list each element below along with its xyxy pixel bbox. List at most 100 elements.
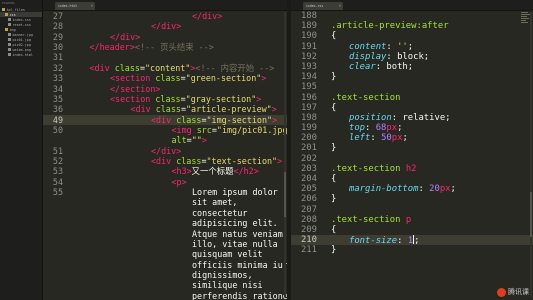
code-line[interactable]: sit amet, [43,197,287,207]
code-line[interactable]: 209 { [291,225,533,235]
scroll-thumb[interactable] [530,192,532,237]
line-number: 36 [52,104,63,115]
code-line[interactable]: dignissimos, [43,270,287,280]
code-line[interactable]: 188 [291,11,533,21]
code-line[interactable]: 189 .article-preview:after [291,21,533,31]
scrollbar-left[interactable] [284,12,286,297]
code-line[interactable]: similique nisi [43,280,287,290]
code-line[interactable]: 193 clear: both; [291,62,533,72]
code-line[interactable]: 191 content: ''; [291,42,533,52]
code-line[interactable]: 210 font-size: 1; [291,235,533,246]
code-text: clear: both; [349,61,414,72]
code-line[interactable]: 199 top: 68px; [291,123,533,133]
file-icon [8,38,11,41]
code-line[interactable]: 27 </div> [43,11,287,21]
code-line[interactable]: 31 [43,52,287,62]
code-line[interactable]: 49 <div class="img-section"> [43,114,287,125]
code-line[interactable]: 195 [291,82,533,92]
code-line[interactable]: 202 [291,154,533,164]
code-line[interactable]: 28 </div> [43,21,287,31]
code-line[interactable]: 206} [291,194,533,204]
code-text: dignissimos, [192,269,253,280]
tab-index-html[interactable]: index.html × [55,2,95,10]
sidebar-item[interactable]: index.html [0,52,42,57]
code-text: .article-preview:after [331,21,449,32]
code-text: </div> [192,11,223,21]
line-number: 32 [52,62,63,73]
code-line[interactable]: 53 <h3>又一个标题</h2> [43,166,287,176]
code-text: Atque natus veniam [192,228,283,239]
code-line[interactable]: 36 <div class="article-preview"> [43,104,287,114]
editor-pane-css: index.css × 188 189 .article-preview:after… [291,0,533,300]
close-icon[interactable]: × [339,2,341,10]
sidebar-item-label: pic02.jpg [12,42,31,47]
code-text: left: 50px; [349,133,408,144]
code-line[interactable]: 54 <p> [43,177,287,187]
code-line[interactable]: alt=""> [43,135,287,145]
code-line[interactable]: 198 position: relative; [291,113,533,123]
code-line[interactable]: consectetur [43,208,287,218]
code-text: margin-bottom: 20px; [349,184,456,195]
code-area-html[interactable]: 27 </div> 28 </div> 29 </div> 30 </header><!-- … [43,11,287,300]
scroll-thumb[interactable] [284,172,286,217]
code-text: </div> [151,145,182,156]
code-line[interactable]: 33 <section class="green-section"> [43,73,287,83]
line-number: 52 [52,156,63,167]
close-icon[interactable]: × [91,2,93,10]
code-line[interactable]: perferendis ratione [43,291,287,300]
code-line[interactable]: 200 left: 50px; [291,133,533,143]
tab-bar-left: index.html × [43,0,287,11]
code-line[interactable]: 207 [291,205,533,215]
code-line[interactable]: 190 { [291,31,533,41]
code-line[interactable]: 197 { [291,103,533,113]
line-number: 188 [300,11,317,21]
code-line[interactable]: 52 <div class="text-section"> [43,156,287,166]
line-number: 55 [52,187,63,198]
code-line[interactable]: adipisicing elit. [43,218,287,228]
code-text: alt=""> [171,135,207,146]
code-line[interactable]: Atque natus veniam [43,229,287,239]
line-number: 203 [300,163,317,174]
code-line[interactable]: 196 .text-section [291,93,533,103]
code-line[interactable]: 29 </div> [43,32,287,42]
line-number: 34 [52,83,63,94]
sidebar-item-label: banner.jpg [12,32,33,37]
line-number: 202 [300,153,317,164]
code-area-css[interactable]: 188 189 .article-preview:after 190 {191 conte… [291,11,533,300]
code-line[interactable]: 201} [291,143,533,153]
code-line[interactable]: 204 { [291,174,533,184]
code-line[interactable]: illo, vitae nulla [43,239,287,249]
scrollbar-right[interactable] [530,12,532,297]
line-number: 31 [52,52,63,63]
sidebar-file-list: tpl_files css index.css reset.css img banner.… [0,7,42,57]
code-line[interactable]: 194} [291,72,533,82]
line-number: 210 [300,235,317,246]
code-line[interactable]: 55 Lorem ipsum dolor [43,187,287,197]
code-text: <section class="gray-section"> [110,93,262,104]
code-text: Lorem ipsum dolor [192,187,278,198]
code-line[interactable]: 32 <div class="content"><!-- 内容开始 --> [43,63,287,73]
code-line[interactable]: 35 <section class="gray-section"> [43,94,287,104]
code-text: <p> [171,176,187,187]
code-line[interactable]: 211} [291,245,533,255]
code-text: <div class="img-section"> [151,114,278,125]
line-number: 53 [52,166,63,177]
code-line[interactable]: 205 margin-bottom: 20px; [291,184,533,194]
code-line[interactable]: 51 </div> [43,146,287,156]
code-line[interactable]: 50 <img src="img/pic01.jpg" [43,125,287,135]
code-text: { [331,174,337,184]
code-line[interactable]: 208 .text-section p [291,215,533,225]
code-line[interactable]: quisquam velit [43,249,287,259]
code-line[interactable]: officiis minima iure [43,260,287,270]
code-line[interactable]: 34 </section> [43,84,287,94]
code-text: illo, vitae nulla [192,238,278,249]
line-number: 204 [300,174,317,184]
tab-index-css[interactable]: index.css × [303,2,343,10]
code-text: officiis minima iure [192,259,287,270]
code-line[interactable]: 203 .text-section h2 [291,164,533,174]
code-text: <div class="article-preview"> [130,104,277,115]
code-line[interactable]: 30 </header><!-- 页头结束 --> [43,42,287,52]
file-icon [8,33,11,36]
code-line[interactable]: 192 display: block; [291,52,533,62]
line-number: 201 [300,143,317,154]
